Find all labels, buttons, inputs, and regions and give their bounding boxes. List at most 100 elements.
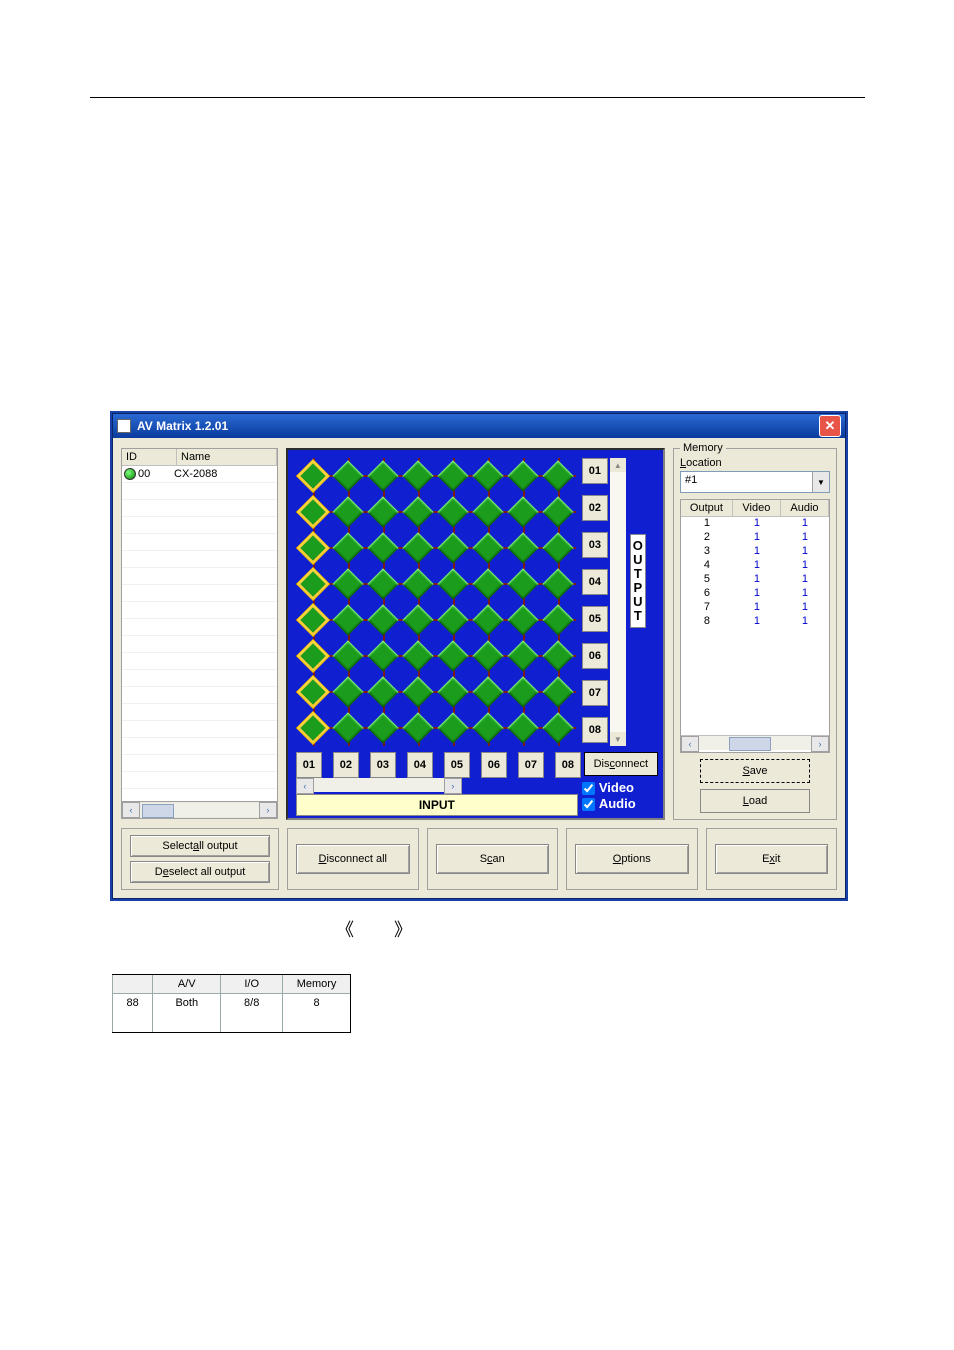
crosspoint[interactable] <box>471 710 506 746</box>
crosspoint[interactable] <box>541 494 576 530</box>
table-row[interactable] <box>122 483 277 500</box>
device-hscroll[interactable]: ‹ › <box>121 802 278 819</box>
crosspoint[interactable] <box>471 458 506 494</box>
options-button[interactable]: Options <box>575 844 689 874</box>
disconnect-all-button[interactable]: Disconnect all <box>296 844 410 874</box>
table-row[interactable]: 611 <box>681 587 829 601</box>
crosspoint[interactable] <box>366 674 401 710</box>
crosspoint[interactable] <box>366 602 401 638</box>
memory-table[interactable]: Output Video Audio 111211311411511611711… <box>680 499 830 753</box>
crosspoint[interactable] <box>401 674 436 710</box>
output-label[interactable]: 01 <box>582 458 608 484</box>
crosspoint[interactable] <box>296 458 331 494</box>
table-row[interactable] <box>122 500 277 517</box>
crosspoint[interactable] <box>366 638 401 674</box>
crosspoint[interactable] <box>331 530 366 566</box>
table-row[interactable] <box>122 721 277 738</box>
matrix-hscroll[interactable]: ‹ › <box>296 778 462 792</box>
table-row[interactable] <box>122 619 277 636</box>
output-label[interactable]: 02 <box>582 495 608 521</box>
crosspoint[interactable] <box>541 566 576 602</box>
input-label[interactable]: 05 <box>444 752 470 778</box>
crosspoint[interactable] <box>436 602 471 638</box>
scroll-right-icon[interactable]: › <box>444 778 462 794</box>
crosspoint[interactable] <box>541 530 576 566</box>
table-row[interactable]: 511 <box>681 573 829 587</box>
crosspoint[interactable] <box>331 494 366 530</box>
crosspoint[interactable] <box>541 710 576 746</box>
crosspoint[interactable] <box>436 566 471 602</box>
video-checkbox[interactable]: Video <box>582 780 636 796</box>
audio-checkbox[interactable]: Audio <box>582 796 636 812</box>
save-button[interactable]: Save <box>700 759 810 783</box>
crosspoint[interactable] <box>296 710 331 746</box>
input-label[interactable]: 03 <box>370 752 396 778</box>
deselect-all-button[interactable]: Deselect all output <box>130 861 270 883</box>
crosspoint[interactable] <box>436 638 471 674</box>
crosspoint[interactable] <box>401 494 436 530</box>
input-label[interactable]: 04 <box>407 752 433 778</box>
table-row[interactable]: 811 <box>681 615 829 629</box>
input-label[interactable]: 02 <box>333 752 359 778</box>
table-row[interactable]: 311 <box>681 545 829 559</box>
scroll-right-icon[interactable]: › <box>811 736 829 752</box>
scroll-left-icon[interactable]: ‹ <box>681 736 699 752</box>
output-label[interactable]: 06 <box>582 643 608 669</box>
crosspoint[interactable] <box>436 494 471 530</box>
scan-button[interactable]: Scan <box>436 844 550 874</box>
crosspoint[interactable] <box>506 566 541 602</box>
crosspoint[interactable] <box>471 530 506 566</box>
crosspoint[interactable] <box>331 710 366 746</box>
crosspoint[interactable] <box>471 674 506 710</box>
crosspoint[interactable] <box>296 674 331 710</box>
scroll-right-icon[interactable]: › <box>259 802 277 818</box>
crosspoint[interactable] <box>471 566 506 602</box>
crosspoint[interactable] <box>401 710 436 746</box>
crosspoint[interactable] <box>471 494 506 530</box>
crosspoint[interactable] <box>541 638 576 674</box>
crosspoint[interactable] <box>506 494 541 530</box>
crosspoint[interactable] <box>296 530 331 566</box>
table-row[interactable] <box>122 534 277 551</box>
table-row[interactable]: 111 <box>681 517 829 531</box>
crosspoint[interactable] <box>401 602 436 638</box>
crosspoint[interactable] <box>331 602 366 638</box>
table-row[interactable] <box>122 517 277 534</box>
output-label[interactable]: 08 <box>582 717 608 743</box>
crosspoint[interactable] <box>506 674 541 710</box>
table-row[interactable] <box>122 585 277 602</box>
memory-hscroll[interactable]: ‹ › <box>681 735 829 752</box>
output-label[interactable]: 05 <box>582 606 608 632</box>
crosspoint[interactable] <box>331 674 366 710</box>
select-all-button[interactable]: Select all output <box>130 835 270 857</box>
table-row[interactable] <box>122 789 277 801</box>
crosspoint[interactable] <box>366 710 401 746</box>
crosspoint[interactable] <box>436 710 471 746</box>
table-row[interactable]: 411 <box>681 559 829 573</box>
table-row[interactable] <box>122 687 277 704</box>
table-row[interactable] <box>122 653 277 670</box>
output-label[interactable]: 04 <box>582 569 608 595</box>
chevron-down-icon[interactable]: ▼ <box>812 472 829 492</box>
table-row[interactable] <box>122 738 277 755</box>
table-row[interactable] <box>122 568 277 585</box>
table-row[interactable] <box>122 602 277 619</box>
close-button[interactable]: ✕ <box>819 415 841 437</box>
crosspoint[interactable] <box>506 458 541 494</box>
input-label[interactable]: 06 <box>481 752 507 778</box>
disconnect-button[interactable]: Disconnect <box>584 752 658 776</box>
output-label[interactable]: 07 <box>582 680 608 706</box>
crosspoint[interactable] <box>401 458 436 494</box>
crosspoint[interactable] <box>401 530 436 566</box>
location-combo[interactable]: #1 ▼ <box>680 471 830 493</box>
crosspoint[interactable] <box>331 638 366 674</box>
crosspoint[interactable] <box>331 458 366 494</box>
crosspoint[interactable] <box>331 566 366 602</box>
crosspoint[interactable] <box>401 566 436 602</box>
crosspoint[interactable] <box>541 674 576 710</box>
table-row[interactable] <box>122 636 277 653</box>
crosspoint[interactable] <box>436 530 471 566</box>
crosspoint[interactable] <box>366 458 401 494</box>
matrix-vscroll[interactable]: ▲ ▼ <box>610 458 626 746</box>
load-button[interactable]: Load <box>700 789 810 813</box>
